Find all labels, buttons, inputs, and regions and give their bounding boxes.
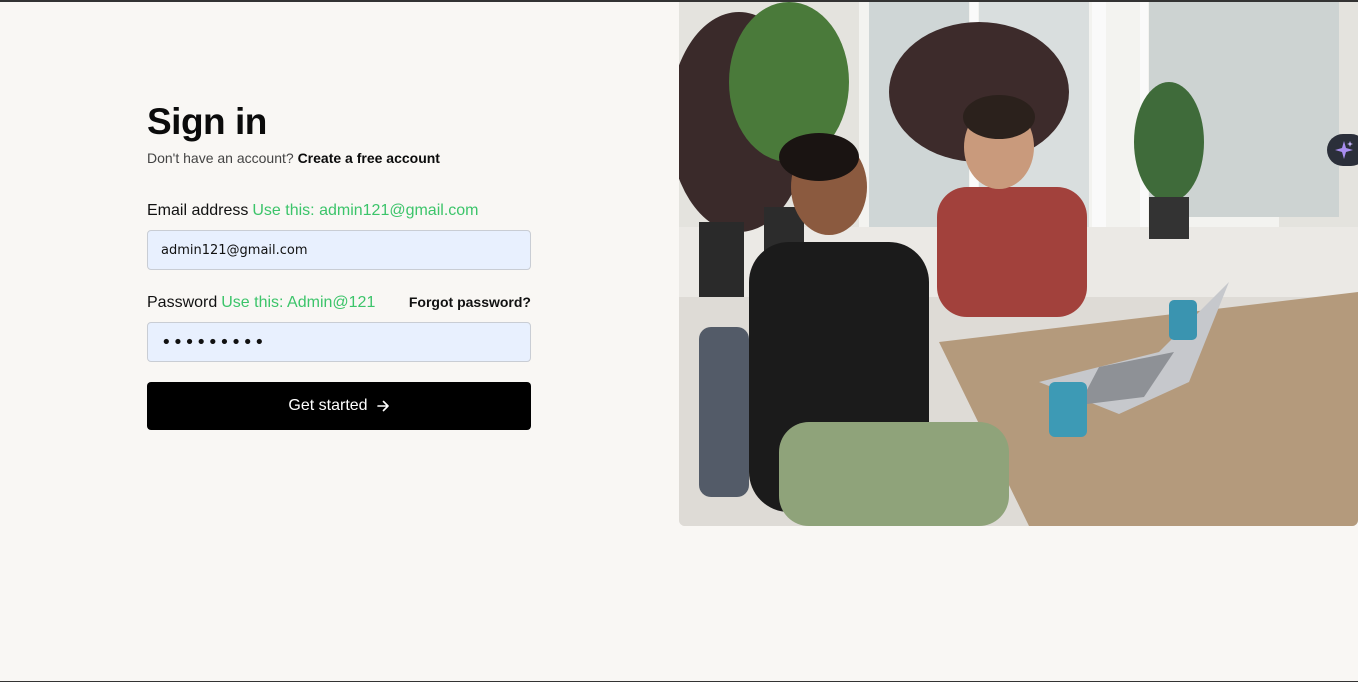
email-label-row: Email address Use this: admin121@gmail.c… xyxy=(147,202,531,220)
office-photo xyxy=(679,2,1358,526)
no-account-text: Don't have an account? xyxy=(147,150,294,166)
get-started-button[interactable]: Get started xyxy=(147,382,531,430)
create-account-link[interactable]: Create a free account xyxy=(298,150,440,166)
office-photo-illustration xyxy=(679,2,1358,526)
password-label: Password xyxy=(147,294,218,311)
signup-prompt: Don't have an account? Create a free acc… xyxy=(147,150,531,166)
assistant-button[interactable] xyxy=(1327,134,1358,166)
sign-in-form: Sign in Don't have an account? Create a … xyxy=(147,100,531,430)
page-title: Sign in xyxy=(147,101,267,142)
arrow-right-icon xyxy=(376,400,389,412)
email-label: Email address xyxy=(147,202,249,219)
sparkle-icon xyxy=(1335,141,1353,159)
email-field[interactable] xyxy=(147,230,531,270)
password-hint: Use this: Admin@121 xyxy=(221,294,376,311)
email-hint: Use this: admin121@gmail.com xyxy=(252,202,479,219)
forgot-password-link[interactable]: Forgot password? xyxy=(409,294,531,310)
password-field[interactable] xyxy=(147,322,531,362)
password-label-row: Password Use this: Admin@121 Forgot pass… xyxy=(147,294,531,312)
get-started-label: Get started xyxy=(288,397,368,414)
